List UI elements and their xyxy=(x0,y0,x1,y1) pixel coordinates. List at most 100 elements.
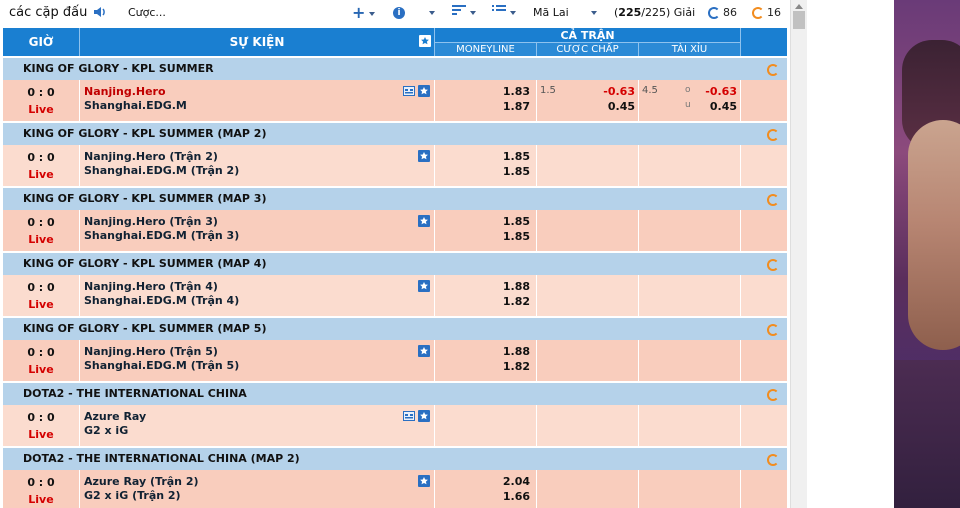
odds-type-select[interactable]: Mã Lai xyxy=(533,4,599,22)
handicap-cell xyxy=(537,470,639,508)
moneyline-odd-away[interactable]: 1.87 xyxy=(503,100,530,113)
chevron-down-icon xyxy=(510,11,516,15)
over-under-cell xyxy=(639,470,741,508)
team-away: Shanghai.EDG.M (Trận 3) xyxy=(84,229,240,242)
sort-icon xyxy=(452,5,466,15)
league-row[interactable]: KING OF GLORY - KPL SUMMER (MAP 5) xyxy=(3,317,787,340)
refresh-icon[interactable] xyxy=(767,194,779,206)
handicap-odd-home[interactable]: -0.63 xyxy=(603,85,635,98)
league-name: KING OF GLORY - KPL SUMMER (MAP 3) xyxy=(23,192,267,205)
moneyline-cell[interactable]: 1.88 1.82 xyxy=(435,275,537,316)
event-cell: Nanjing.Hero (Trận 3) Shanghai.EDG.M (Tr… xyxy=(80,210,435,251)
header-time: GIỜ xyxy=(3,28,80,56)
chevron-down-icon xyxy=(429,11,435,15)
odds-filter-label[interactable]: Cược... xyxy=(128,4,166,22)
moneyline-odd-away[interactable]: 1.85 xyxy=(503,230,530,243)
favorites-star-icon[interactable] xyxy=(419,35,431,47)
add-button[interactable]: + xyxy=(352,4,378,22)
time-cell: 0 : 0 Live xyxy=(3,275,80,316)
speaker-icon[interactable] xyxy=(92,4,108,22)
header-over-under: TÀI XỈU xyxy=(639,43,741,56)
favorite-star-icon[interactable] xyxy=(418,345,430,357)
favorite-star-icon[interactable] xyxy=(418,410,430,422)
handicap-cell[interactable]: 1.5 -0.63 0.45 xyxy=(537,80,639,121)
refresh-icon[interactable] xyxy=(767,454,779,466)
favorite-star-icon[interactable] xyxy=(418,280,430,292)
score: 0 : 0 xyxy=(27,86,55,99)
stats-icon[interactable] xyxy=(403,85,415,97)
team-away: G2 x iG xyxy=(84,424,129,437)
over-under-cell[interactable]: 4.5 o u -0.63 0.45 xyxy=(639,80,741,121)
league-row[interactable]: KING OF GLORY - KPL SUMMER (MAP 4) xyxy=(3,252,787,275)
moneyline-odd-home[interactable]: 1.83 xyxy=(503,85,530,98)
moneyline-odd-away[interactable]: 1.66 xyxy=(503,490,530,503)
extra-cell xyxy=(741,145,787,186)
header-full-match: CẢ TRẬN xyxy=(435,28,741,43)
extra-cell xyxy=(741,405,787,446)
under-label: u xyxy=(685,100,691,110)
toolbar: các cặp đấu Cược... + i Mã Lai (225/225)… xyxy=(0,0,790,27)
moneyline-cell[interactable]: 1.85 1.85 xyxy=(435,210,537,251)
sort-dropdown[interactable] xyxy=(452,4,480,22)
moneyline-odd-away[interactable]: 1.82 xyxy=(503,360,530,373)
scroll-up-arrow-icon[interactable] xyxy=(795,4,803,9)
moneyline-cell[interactable]: 1.88 1.82 xyxy=(435,340,537,381)
over-label: o xyxy=(685,85,691,95)
team-away: Shanghai.EDG.M xyxy=(84,99,187,112)
refresh-icon[interactable] xyxy=(767,389,779,401)
refresh-button-1[interactable]: 86 xyxy=(708,4,737,22)
league-row[interactable]: KING OF GLORY - KPL SUMMER xyxy=(3,57,787,80)
moneyline-cell[interactable]: 1.85 1.85 xyxy=(435,145,537,186)
scrollbar-thumb[interactable] xyxy=(793,11,805,29)
moneyline-cell[interactable]: 1.83 1.87 xyxy=(435,80,537,121)
moneyline-cell[interactable]: 2.04 1.66 xyxy=(435,470,537,508)
match-row: 0 : 0 Live Azure Ray (Trận 2) G2 x iG (T… xyxy=(3,470,787,508)
league-row[interactable]: DOTA2 - THE INTERNATIONAL CHINA (MAP 2) xyxy=(3,447,787,470)
moneyline-odd-home[interactable]: 2.04 xyxy=(503,475,530,488)
league-row[interactable]: DOTA2 - THE INTERNATIONAL CHINA xyxy=(3,382,787,405)
league-row[interactable]: KING OF GLORY - KPL SUMMER (MAP 2) xyxy=(3,122,787,145)
live-status: Live xyxy=(28,428,54,441)
promo-person-face xyxy=(908,120,960,350)
handicap-odd-away[interactable]: 0.45 xyxy=(608,100,635,113)
list-view-dropdown[interactable] xyxy=(492,4,518,22)
team-home: Nanjing.Hero (Trận 4) xyxy=(84,280,218,293)
refresh-icon[interactable] xyxy=(767,259,779,271)
league-name: DOTA2 - THE INTERNATIONAL CHINA xyxy=(23,387,247,400)
moneyline-odd-away[interactable]: 1.82 xyxy=(503,295,530,308)
favorite-star-icon[interactable] xyxy=(418,475,430,487)
league-row[interactable]: KING OF GLORY - KPL SUMMER (MAP 3) xyxy=(3,187,787,210)
moneyline-odd-home[interactable]: 1.85 xyxy=(503,150,530,163)
stats-icon[interactable] xyxy=(403,410,415,422)
header-event: SỰ KIỆN xyxy=(80,28,435,56)
vertical-scrollbar[interactable] xyxy=(790,0,808,508)
league-name: KING OF GLORY - KPL SUMMER (MAP 2) xyxy=(23,127,267,140)
plus-icon: + xyxy=(352,3,366,22)
refresh-icon[interactable] xyxy=(767,64,779,76)
score: 0 : 0 xyxy=(27,216,55,229)
team-home: Azure Ray (Trận 2) xyxy=(84,475,199,488)
time-cell: 0 : 0 Live xyxy=(3,340,80,381)
extra-cell xyxy=(741,210,787,251)
event-cell: Nanjing.Hero (Trận 4) Shanghai.EDG.M (Tr… xyxy=(80,275,435,316)
moneyline-odd-home[interactable]: 1.88 xyxy=(503,280,530,293)
refresh-icon[interactable] xyxy=(767,129,779,141)
page-title: các cặp đấu xyxy=(9,5,88,20)
favorite-star-icon[interactable] xyxy=(418,150,430,162)
favorite-star-icon[interactable] xyxy=(418,85,430,97)
over-odd[interactable]: -0.63 xyxy=(705,85,737,98)
moneyline-odd-home[interactable]: 1.88 xyxy=(503,345,530,358)
refresh-button-2[interactable]: 16 xyxy=(752,4,781,22)
info-dropdown[interactable]: i xyxy=(393,4,439,22)
refresh-icon[interactable] xyxy=(767,324,779,336)
live-status: Live xyxy=(28,233,54,246)
promo-banner-image[interactable] xyxy=(894,0,960,508)
score: 0 : 0 xyxy=(27,281,55,294)
favorite-star-icon[interactable] xyxy=(418,215,430,227)
moneyline-odd-home[interactable]: 1.85 xyxy=(503,215,530,228)
match-row: 0 : 0 Live Nanjing.Hero (Trận 4) Shangha… xyxy=(3,275,787,317)
moneyline-odd-away[interactable]: 1.85 xyxy=(503,165,530,178)
refresh-icon xyxy=(708,7,720,19)
match-row: 0 : 0 Live Nanjing.Hero (Trận 5) Shangha… xyxy=(3,340,787,382)
under-odd[interactable]: 0.45 xyxy=(710,100,737,113)
